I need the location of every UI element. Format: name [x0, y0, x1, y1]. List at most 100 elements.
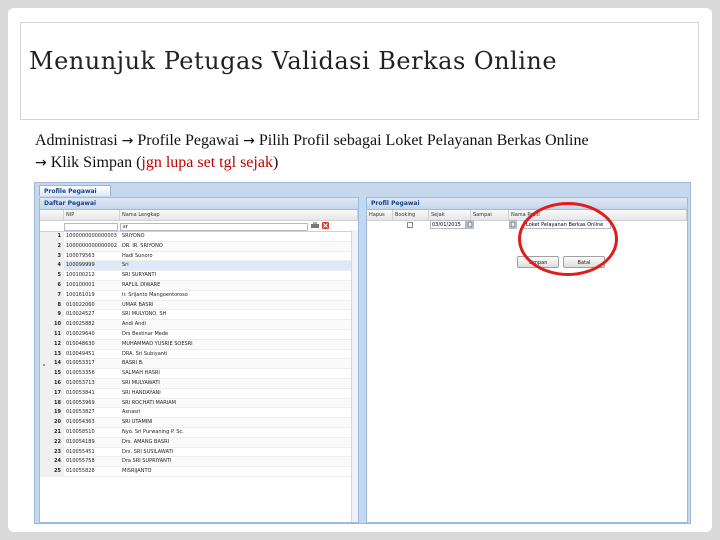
row-number: 4	[40, 261, 64, 271]
table-row[interactable]: 7 100161019 Ir. Srijanto Mangoentoroso	[40, 290, 358, 301]
nama-cell: SRI MULYAWATI	[122, 379, 160, 386]
nama-filter-input[interactable]: sr	[120, 222, 308, 231]
instruction-text: Administrasi → Profile Pegawai → Pilih P…	[35, 130, 695, 174]
tab-profile-pegawai[interactable]: Profile Pegawai	[39, 185, 111, 196]
table-row[interactable]: 10 010025882 Andi Andi	[40, 320, 358, 330]
employee-grid-header: NIP Nama Lengkap	[40, 210, 358, 221]
nip-cell: 010054363	[66, 419, 95, 426]
nip-cell: 010053317	[66, 360, 95, 367]
nip-cell: 010022060	[66, 301, 95, 308]
step-klik-simpan: Klik Simpan (	[50, 154, 142, 171]
nama-cell: DR. IR. SRIYONO	[122, 242, 163, 249]
table-row[interactable]: 4 100099999 Sri	[40, 261, 358, 272]
nip-cell: 100100212	[66, 272, 95, 279]
arrow-right-icon: →	[35, 155, 47, 171]
clear-filter-button[interactable]	[320, 221, 332, 231]
nama-cell: SRIYONO	[122, 233, 145, 239]
nama-cell: SRI MULYONO, SH	[122, 311, 167, 318]
row-number: 3	[40, 251, 64, 261]
nama-column-header[interactable]: Nama Lengkap	[120, 210, 358, 220]
nip-cell: 010049451	[66, 350, 95, 357]
table-row[interactable]: 1 1000000000000003 SRIYONO	[40, 232, 358, 242]
nama-cell: MUHAMMAD YUSRIE SOESRI	[122, 340, 193, 347]
nama-cell: DRA. Sri Subiyanti	[122, 350, 168, 357]
slide-title: Menunjuk Petugas Validasi Berkas Online	[29, 47, 558, 75]
table-row[interactable]: 19 010053827 Asnasri	[40, 408, 358, 419]
table-row[interactable]: 2 1000000000000002 DR. IR. SRIYONO	[40, 241, 358, 252]
table-row[interactable]: 12 010048630 MUHAMMAD YUSRIE SOESRI	[40, 339, 358, 350]
nama-cell: MISRIJANTO	[122, 468, 152, 475]
employee-grid-body: 1 1000000000000003 SRIYONO 2 100000000000000…	[40, 232, 358, 477]
row-number: 21	[40, 427, 64, 437]
row-number: 2	[40, 241, 64, 251]
row-number: 18	[40, 398, 64, 408]
nip-cell: 010055451	[66, 448, 95, 455]
nama-cell: Drs. AMANG BASRI	[122, 438, 170, 445]
table-row[interactable]: 9 010024527 SRI MULYONO, SH	[40, 310, 358, 321]
row-number: 22	[40, 437, 64, 447]
row-number: 20	[40, 418, 64, 427]
table-row[interactable]: 16 010053713 SRI MULYAWATI	[40, 378, 358, 389]
table-row[interactable]: 5 100100212 SRI SURYANTI	[40, 271, 358, 281]
nip-cell: 010029640	[66, 330, 95, 337]
nip-cell: 1000000000000002	[66, 242, 117, 249]
row-number: 16	[40, 378, 64, 388]
sejak-date-input[interactable]: 03/01/2015	[430, 220, 466, 229]
row-number: 8	[40, 300, 64, 310]
step-note-close: )	[272, 154, 279, 171]
sampai-date-picker[interactable]	[509, 220, 517, 229]
nip-cell: 100161019	[66, 291, 95, 298]
table-row[interactable]: 14 010053317 BASRI B.	[40, 359, 358, 370]
nip-cell: 010054189	[66, 438, 95, 445]
nip-cell: 010058510	[66, 428, 95, 435]
employee-filter-row: sr	[40, 221, 358, 232]
nama-cell: UMAR BASRI	[122, 301, 154, 308]
row-number: 9	[40, 310, 64, 320]
table-row[interactable]: 8 010022060 UMAR BASRI	[40, 300, 358, 311]
row-number: 13	[40, 349, 64, 359]
table-row[interactable]: 21 010058510 Nyo. Sri Purwaning P. Sc.	[40, 427, 358, 438]
printer-icon	[311, 222, 319, 228]
nip-filter-input[interactable]	[64, 222, 118, 231]
row-number: 6	[40, 280, 64, 290]
row-number: 11	[40, 329, 64, 339]
table-row[interactable]: 11 010029640 Drs Bestinar Mede	[40, 329, 358, 340]
table-row[interactable]: 23 010055451 Drs. SRI SUSILAWATI	[40, 447, 358, 458]
nama-cell: Dra SRI SUPRIYANTI	[122, 458, 172, 465]
table-row[interactable]: 20 010054363 SRI UTAMINI	[40, 418, 358, 428]
table-row[interactable]: 24 010055758 Dra SRI SUPRIYANTI	[40, 457, 358, 468]
table-row[interactable]: 25 010055828 MISRIJANTO	[40, 467, 358, 477]
arrow-right-icon: →	[243, 133, 255, 149]
nip-cell: 100099999	[66, 262, 95, 269]
daftar-pegawai-panel: Daftar Pegawai NIP Nama Lengkap sr 1 1000…	[39, 197, 359, 523]
row-number: 15	[40, 369, 64, 378]
booking-checkbox[interactable]	[407, 222, 413, 228]
nama-cell: Ir. Srijanto Mangoentoroso	[122, 291, 188, 298]
table-row[interactable]: 6 100100001 RAFLIL DIWARE	[40, 280, 358, 291]
table-row[interactable]: 13 010049451 DRA. Sri Subiyanti	[40, 349, 358, 360]
print-button[interactable]	[308, 221, 320, 231]
nip-cell: 010053841	[66, 389, 95, 396]
nama-cell: SALMAH HASRI	[122, 370, 160, 377]
calendar-icon	[510, 221, 516, 228]
nama-cell: SRI SURYANTI	[122, 272, 157, 279]
table-row[interactable]: 15 010053356 SALMAH HASRI	[40, 369, 358, 379]
table-row[interactable]: 22 010054189 Drs. AMANG BASRI	[40, 437, 358, 448]
table-row[interactable]: 17 010053841 SRI HANDAYANI	[40, 388, 358, 399]
table-row[interactable]: 18 010053969 SRI ROCHATI MARIAM	[40, 398, 358, 409]
nip-cell: 010053969	[66, 399, 95, 406]
nip-cell: 1000000000000003	[66, 233, 117, 239]
employee-grid-scrollbar[interactable]	[351, 230, 358, 522]
sejak-date-picker[interactable]	[466, 220, 474, 229]
table-row[interactable]: 3 100079563 Hadi Sunoro	[40, 251, 358, 262]
step-note-highlight: jgn lupa set tgl sejak	[141, 154, 273, 171]
nip-column-header[interactable]: NIP	[64, 210, 120, 220]
row-number: 24	[40, 457, 64, 467]
nama-cell: SRI UTAMINI	[122, 419, 153, 426]
nip-cell: 010055758	[66, 458, 95, 465]
close-icon	[322, 222, 329, 229]
title-box: Menunjuk Petugas Validasi Berkas Online	[20, 22, 699, 120]
nama-cell: Hadi Sunoro	[122, 252, 153, 259]
nip-cell: 100100001	[66, 281, 95, 288]
arrow-right-icon: →	[121, 133, 134, 149]
